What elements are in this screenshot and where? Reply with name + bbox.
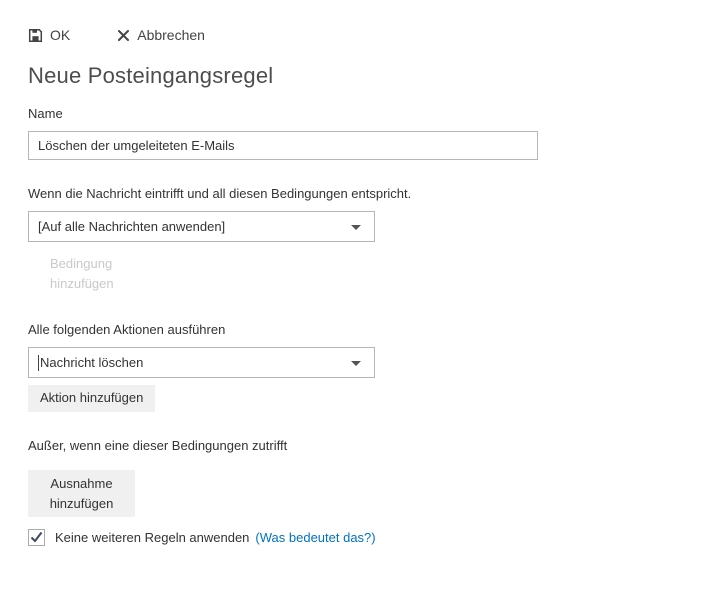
chevron-down-icon <box>351 224 361 230</box>
stop-rule-checkbox[interactable] <box>28 529 45 546</box>
exceptions-label: Außer, wenn eine dieser Bedingungen zutr… <box>28 438 288 453</box>
new-inbox-rule-dialog: OK Abbrechen Neue Posteingangsregel Name… <box>0 0 714 589</box>
name-label: Name <box>28 106 63 121</box>
rule-name-input[interactable] <box>28 131 538 160</box>
text-cursor <box>38 354 39 371</box>
ok-button-label: OK <box>50 27 71 43</box>
actions-label: Alle folgenden Aktionen ausführen <box>28 322 226 337</box>
actions-select-value: Nachricht löschen <box>40 355 144 370</box>
cancel-button[interactable]: Abbrechen <box>117 27 205 43</box>
check-icon <box>30 531 43 543</box>
stop-rule-row: Keine weiteren Regeln anwenden (Was bede… <box>28 529 686 546</box>
conditions-label: Wenn die Nachricht eintrifft und all die… <box>28 186 412 201</box>
page-title: Neue Posteingangsregel <box>28 63 274 88</box>
conditions-select-value: [Auf alle Nachrichten anwenden] <box>38 219 226 234</box>
add-action-button[interactable]: Aktion hinzufügen <box>28 385 156 412</box>
close-x-icon <box>117 29 130 42</box>
actions-select[interactable]: Nachricht löschen <box>28 347 375 378</box>
cancel-button-label: Abbrechen <box>137 27 205 43</box>
conditions-select[interactable]: [Auf alle Nachrichten anwenden] <box>28 211 375 242</box>
help-link[interactable]: (Was bedeutet das?) <box>255 530 375 545</box>
save-icon <box>28 28 43 43</box>
ok-button[interactable]: OK <box>28 27 70 43</box>
add-exception-button[interactable]: Ausnahme hinzufügen <box>28 470 135 517</box>
add-condition-button[interactable]: Bedingung hinzufügen <box>50 254 142 294</box>
stop-rule-label: Keine weiteren Regeln anwenden <box>55 530 250 545</box>
dialog-toolbar: OK Abbrechen <box>28 27 686 43</box>
chevron-down-icon <box>351 360 361 366</box>
